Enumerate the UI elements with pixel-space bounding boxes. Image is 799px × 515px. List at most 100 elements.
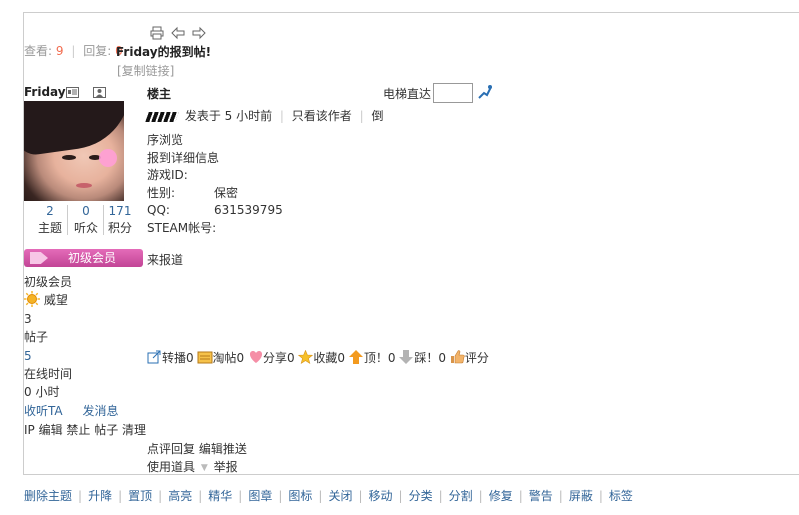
moderation-tool-13[interactable]: 屏蔽 <box>569 489 593 503</box>
toolbar-divider: | <box>118 489 123 503</box>
post-came-from: 来报道 <box>147 253 184 267</box>
moderation-tool-8[interactable]: 移动 <box>369 489 393 503</box>
toolbar-divider: | <box>598 489 603 503</box>
elevator-go-icon[interactable] <box>477 84 493 103</box>
group-badge: 初级会员 <box>24 249 143 267</box>
badge-arrow-icon <box>30 252 48 264</box>
only-author-link[interactable]: 只看该作者 <box>292 109 352 123</box>
group-name: 初级会员 <box>24 275 73 289</box>
body-line: 游戏ID: <box>147 168 188 182</box>
tao-action[interactable]: 淘帖0 <box>197 349 244 366</box>
elevator-label: 电梯直达 <box>383 87 432 101</box>
avatar[interactable] <box>24 101 124 201</box>
post-body: 序浏览 报到详细信息 游戏ID: 性别: 保密 QQ: 631539795 STEA… <box>147 132 283 237</box>
group-badge-label: 初级会员 <box>68 251 117 265</box>
prestige-value: 3 <box>24 311 32 326</box>
author-name[interactable]: Friday <box>24 85 66 99</box>
views-count: 9 <box>55 44 64 58</box>
favorite-action[interactable]: 收藏0 <box>298 349 345 366</box>
toolbar-divider: | <box>438 489 443 503</box>
thread-stats: 查看: 9 | 回复: 0 <box>24 42 123 59</box>
body-line: QQ: 631539795 <box>147 203 283 217</box>
moderation-tool-5[interactable]: 图章 <box>248 489 272 503</box>
thumb-icon <box>450 350 465 364</box>
post-footer-links: 点评回复 编辑推送 <box>147 440 247 457</box>
moderation-tool-9[interactable]: 分类 <box>409 489 433 503</box>
comment-reply-link[interactable]: 点评回复 <box>147 442 195 456</box>
moderation-tool-11[interactable]: 修复 <box>489 489 513 503</box>
author-stats: 2 主题 0 听众 171 积分 <box>24 203 134 239</box>
floor-label: 楼主 <box>147 87 172 101</box>
next-thread-icon[interactable] <box>192 26 206 40</box>
prestige-label: 威望 <box>43 293 68 308</box>
posts-label: 帖子 <box>24 330 49 345</box>
post-frame-bottom <box>23 474 799 475</box>
heart-icon <box>248 350 262 364</box>
heart-action[interactable]: 分享0 <box>248 349 295 366</box>
posts-value[interactable]: 5 <box>24 347 146 365</box>
toolbar-divider: | <box>238 489 243 503</box>
elevator-input[interactable] <box>433 83 473 103</box>
edit-push-link[interactable]: 编辑推送 <box>199 442 247 456</box>
toolbar-divider: | <box>198 489 203 503</box>
report-link[interactable]: 举报 <box>214 460 238 474</box>
thread-title: Friday的报到帖! <box>116 45 212 59</box>
moderation-tool-10[interactable]: 分割 <box>449 489 473 503</box>
moderation-tool-6[interactable]: 图标 <box>288 489 312 503</box>
thread-nav-icons <box>150 25 206 40</box>
post-time: 发表于 5 小时前 <box>184 109 273 123</box>
reverse-order-link[interactable]: 倒 <box>372 109 384 123</box>
online-label: 在线时间 <box>24 367 73 382</box>
author-info: 初级会员 威望 3 帖子 5 在线时间 0 小时 收听TA 发消息 IP 编辑 … <box>24 273 146 440</box>
use-tool-menu[interactable]: 使用道具 <box>147 460 195 474</box>
chevron-down-icon[interactable]: ▼ <box>201 463 208 473</box>
moderation-tool-12[interactable]: 警告 <box>529 489 553 503</box>
down-arrow-icon <box>399 350 414 364</box>
moderation-tool-7[interactable]: 关闭 <box>328 489 352 503</box>
views-label: 查看: <box>24 44 53 58</box>
print-icon[interactable] <box>150 26 164 40</box>
profile-card-icon[interactable] <box>66 87 79 101</box>
moderation-tool-4[interactable]: 精华 <box>208 489 232 503</box>
toolbar-divider: | <box>358 489 363 503</box>
rank-icon <box>145 111 179 122</box>
body-line: STEAM帐号: <box>147 220 217 235</box>
up-arrow-icon <box>348 350 363 364</box>
toolbar-divider: | <box>558 489 563 503</box>
toolbar-divider: | <box>158 489 163 503</box>
moderation-tool-3[interactable]: 高亮 <box>168 489 192 503</box>
moderation-tool-0[interactable]: 删除主题 <box>24 489 72 503</box>
prev-thread-icon[interactable] <box>171 26 185 40</box>
moderation-tool-14[interactable]: 标签 <box>609 489 633 503</box>
toolbar-divider: | <box>398 489 403 503</box>
body-line: 报到详细信息 <box>147 150 220 165</box>
toolbar-divider: | <box>318 489 323 503</box>
moderation-toolbar: 删除主题 | 升降 | 置顶 | 高亮 | 精华 | 图章 | 图标 | 关闭 | 移动 | 分类 | 分割 | 修复 | 警告… <box>24 487 633 504</box>
downvote-action[interactable]: 踩！0 <box>399 349 446 366</box>
user-icon[interactable] <box>93 87 106 101</box>
admin-links[interactable]: IP 编辑 禁止 帖子 清理 <box>24 421 146 439</box>
replies-label: 回复: <box>83 44 112 58</box>
send-message-link[interactable]: 发消息 <box>82 404 118 418</box>
stat-followers[interactable]: 0 听众 <box>68 203 104 237</box>
post-frame-top <box>23 12 799 13</box>
toolbar-divider: | <box>518 489 523 503</box>
upvote-action[interactable]: 顶！0 <box>348 349 396 366</box>
moderation-tool-2[interactable]: 置顶 <box>128 489 152 503</box>
copy-link[interactable]: [复制链接] <box>117 62 174 79</box>
online-value: 0 小时 <box>24 385 60 400</box>
post-meta: 发表于 5 小时前 | 只看该作者 | 倒 <box>145 107 384 124</box>
rate-action[interactable]: 评分 <box>450 349 489 366</box>
reverse-order-suffix[interactable]: 序浏览 <box>147 132 283 150</box>
tao-icon <box>197 350 213 364</box>
share-icon <box>147 350 161 364</box>
toolbar-divider: | <box>478 489 483 503</box>
moderation-tool-1[interactable]: 升降 <box>88 489 112 503</box>
share-action[interactable]: 转播0 <box>147 349 194 366</box>
stats-divider: | <box>71 44 76 58</box>
follow-link[interactable]: 收听TA <box>24 404 63 418</box>
post-actions: 转播0 淘帖0 分享0 收藏0 顶！0 踩！0 评分 <box>147 349 489 366</box>
post-tools: 使用道具 ▼ 举报 <box>147 458 238 475</box>
stat-points[interactable]: 171 积分 <box>102 203 138 237</box>
stat-threads[interactable]: 2 主题 <box>32 203 68 237</box>
